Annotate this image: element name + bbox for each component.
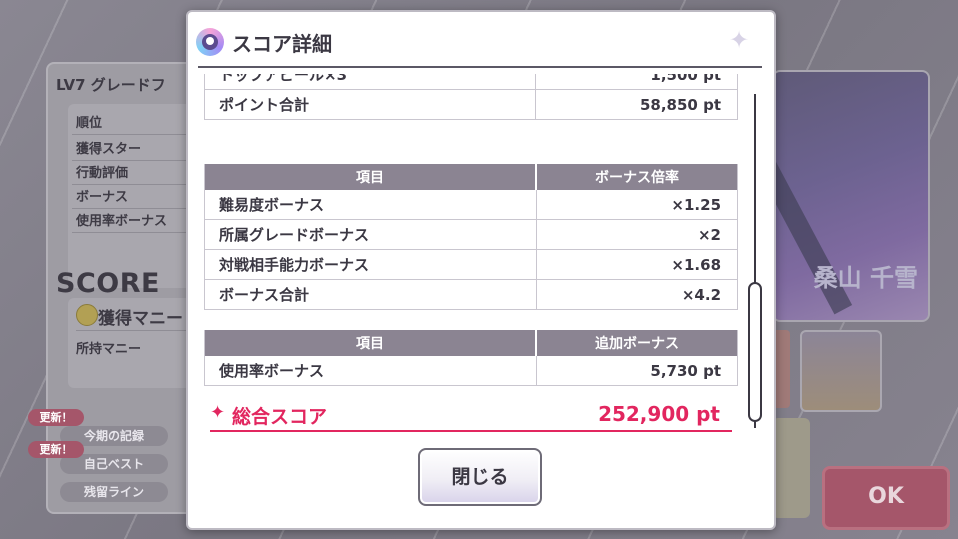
- row-value: 5,730 pt: [536, 356, 738, 386]
- table-row: トップアピール×3 1,500 pt: [204, 74, 738, 90]
- score-detail-scroll-area[interactable]: トップアピール×3 1,500 pt ポイント合計 58,850 pt 項目 ボ…: [204, 74, 744, 432]
- sparkle-icon: ✦: [729, 26, 750, 54]
- row-value: ×1.25: [536, 190, 738, 220]
- row-label: ポイント合計: [204, 89, 536, 120]
- row-label: トップアピール×3: [204, 74, 536, 90]
- stat-label-stars: 獲得スター: [76, 142, 142, 157]
- table-header: 項目 追加ボーナス: [204, 330, 738, 356]
- total-score-label: 総合スコア: [232, 406, 328, 428]
- bonus-rate-table: 項目 ボーナス倍率 難易度ボーナス ×1.25 所属グレードボーナス ×2 対戦…: [204, 164, 738, 310]
- money-owned-label: 所持マニー: [76, 342, 142, 357]
- table-row: ボーナス合計 ×4.2: [204, 279, 738, 310]
- row-label: 対戦相手能力ボーナス: [204, 249, 537, 280]
- title-divider: [198, 66, 762, 68]
- scrollbar-thumb[interactable]: [748, 282, 762, 422]
- new-record-badge: 更新！: [28, 409, 84, 426]
- idol-card-large: 桑山 千雪: [772, 70, 930, 322]
- dialog-title: スコア詳細: [232, 32, 332, 56]
- idol-name: 桑山 千雪: [813, 264, 918, 292]
- ok-button[interactable]: OK: [822, 466, 950, 530]
- row-label: 難易度ボーナス: [204, 190, 537, 220]
- table-row: 使用率ボーナス 5,730 pt: [204, 356, 738, 386]
- close-button[interactable]: 閉じる: [418, 448, 542, 506]
- stat-label-rank: 順位: [76, 116, 103, 131]
- score-label: SCORE: [56, 268, 160, 299]
- stat-label-bonus: ボーナス: [76, 190, 129, 205]
- row-label: 所属グレードボーナス: [204, 219, 537, 250]
- column-header-item: 項目: [204, 164, 537, 190]
- column-header-extra-bonus: 追加ボーナス: [536, 330, 738, 356]
- new-record-badge: 更新！: [28, 441, 84, 458]
- record-retention-line-button[interactable]: 残留ライン: [60, 482, 168, 502]
- score-detail-dialog: スコア詳細 ✦ トップアピール×3 1,500 pt ポイント合計 58,850…: [186, 10, 776, 530]
- star-icon: ✦: [210, 402, 226, 423]
- total-score-row: ✦ 総合スコア 252,900 pt: [210, 400, 732, 432]
- table-header: 項目 ボーナス倍率: [204, 164, 738, 190]
- total-score-value: 252,900 pt: [598, 402, 720, 426]
- row-value: 1,500 pt: [535, 74, 738, 90]
- idol-card-small: [800, 330, 882, 412]
- row-label: ボーナス合計: [204, 279, 537, 310]
- row-value: ×4.2: [536, 279, 738, 310]
- stat-label-action: 行動評価: [76, 166, 129, 181]
- row-value: ×1.68: [536, 249, 738, 280]
- row-value: ×2: [536, 219, 738, 250]
- result-panel-title: LV7 グレードフ: [56, 76, 166, 94]
- row-value: 58,850 pt: [535, 89, 738, 120]
- coin-icon: [76, 304, 98, 326]
- extra-bonus-table: 項目 追加ボーナス 使用率ボーナス 5,730 pt: [204, 330, 738, 386]
- scrollbar[interactable]: [748, 94, 762, 428]
- stat-label-usage-bonus: 使用率ボーナス: [76, 214, 168, 229]
- reward-box: [772, 418, 810, 518]
- column-header-bonus-rate: ボーナス倍率: [536, 164, 738, 190]
- table-row: ポイント合計 58,850 pt: [204, 89, 738, 120]
- column-header-item: 項目: [204, 330, 537, 356]
- row-label: 使用率ボーナス: [204, 356, 537, 386]
- table-row: 所属グレードボーナス ×2: [204, 219, 738, 250]
- money-title: 獲得マニー: [98, 309, 183, 329]
- table-row: 難易度ボーナス ×1.25: [204, 190, 738, 220]
- score-detail-icon: [196, 28, 224, 56]
- points-table: トップアピール×3 1,500 pt ポイント合計 58,850 pt: [204, 74, 738, 120]
- table-row: 対戦相手能力ボーナス ×1.68: [204, 249, 738, 280]
